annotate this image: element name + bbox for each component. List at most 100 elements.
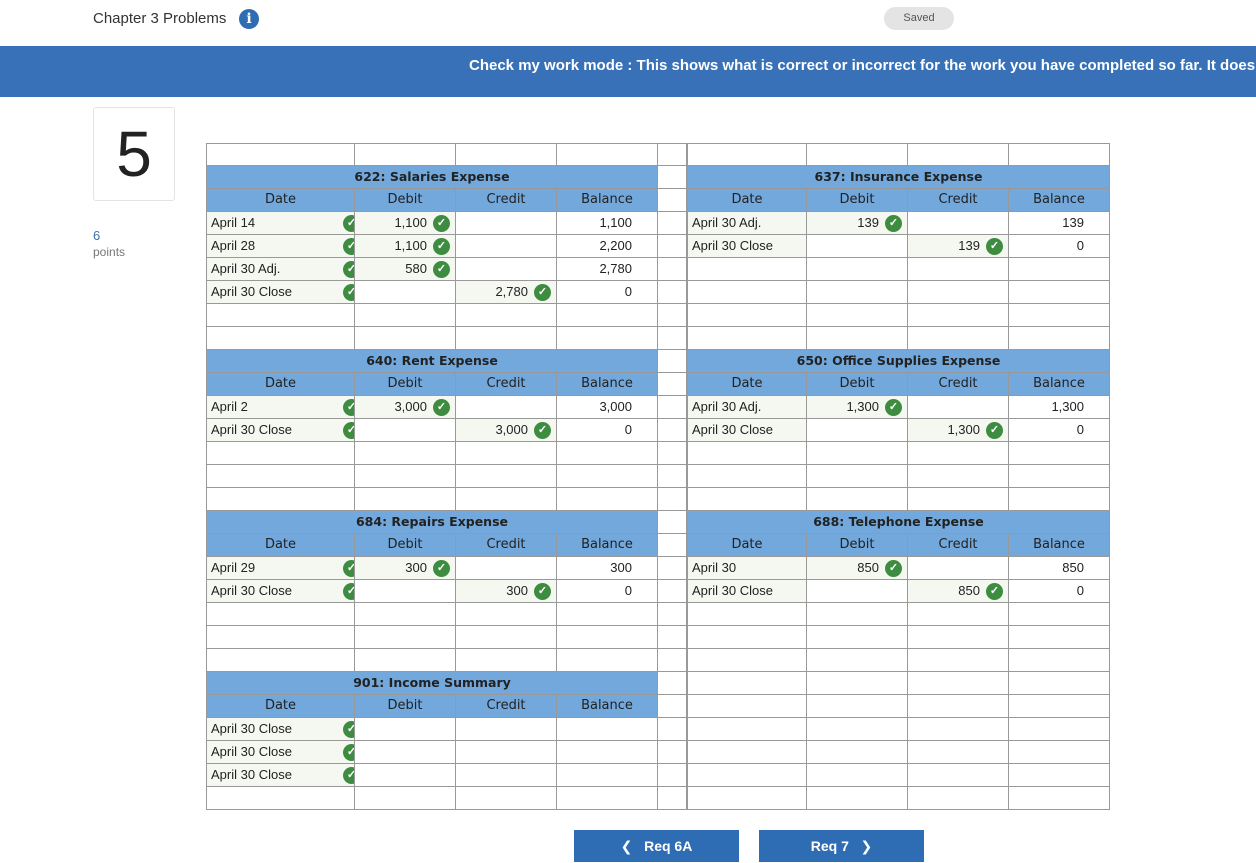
empty-cell[interactable]	[557, 143, 658, 166]
date-cell[interactable]: April 30✓	[687, 557, 807, 580]
empty-cell[interactable]	[206, 465, 355, 488]
empty-cell[interactable]	[908, 718, 1009, 741]
empty-cell[interactable]	[687, 649, 807, 672]
empty-cell[interactable]	[1009, 695, 1110, 718]
credit-cell[interactable]	[456, 235, 557, 258]
date-cell[interactable]: April 30 Close✓	[206, 741, 355, 764]
debit-cell[interactable]: 300 ✓	[355, 557, 456, 580]
credit-cell[interactable]: 1,300 ✓	[908, 419, 1009, 442]
date-cell[interactable]: April 30 Close✓	[206, 580, 355, 603]
empty-cell[interactable]	[908, 603, 1009, 626]
date-cell[interactable]: April 30 Adj. ✓	[206, 258, 355, 281]
prev-requirement-button[interactable]: ❮ Req 6A	[574, 830, 739, 862]
empty-cell[interactable]	[355, 143, 456, 166]
empty-cell[interactable]	[687, 281, 807, 304]
empty-cell[interactable]	[456, 143, 557, 166]
empty-cell[interactable]	[687, 258, 807, 281]
empty-cell[interactable]	[687, 626, 807, 649]
empty-cell[interactable]	[456, 304, 557, 327]
date-cell[interactable]: April 30 Close✓	[206, 718, 355, 741]
debit-cell[interactable]	[807, 580, 908, 603]
empty-cell[interactable]	[456, 327, 557, 350]
empty-cell[interactable]	[557, 603, 658, 626]
next-requirement-button[interactable]: Req 7 ❯	[759, 830, 924, 862]
empty-cell[interactable]	[687, 672, 807, 695]
empty-cell[interactable]	[908, 695, 1009, 718]
empty-cell[interactable]	[456, 649, 557, 672]
empty-cell[interactable]	[687, 741, 807, 764]
credit-cell[interactable]: 850 ✓	[908, 580, 1009, 603]
empty-cell[interactable]	[355, 465, 456, 488]
credit-cell[interactable]	[456, 557, 557, 580]
credit-cell[interactable]: 300 ✓	[456, 580, 557, 603]
debit-cell[interactable]: 3,000 ✓	[355, 396, 456, 419]
debit-cell[interactable]: 1,100 ✓	[355, 235, 456, 258]
empty-cell[interactable]	[355, 488, 456, 511]
empty-cell[interactable]	[908, 465, 1009, 488]
empty-cell[interactable]	[807, 672, 908, 695]
info-icon[interactable]: i	[239, 9, 259, 29]
empty-cell[interactable]	[355, 603, 456, 626]
empty-cell[interactable]	[456, 442, 557, 465]
empty-cell[interactable]	[687, 603, 807, 626]
empty-cell[interactable]	[557, 626, 658, 649]
empty-cell[interactable]	[807, 787, 908, 810]
empty-cell[interactable]	[687, 764, 807, 787]
empty-cell[interactable]	[456, 488, 557, 511]
empty-cell[interactable]	[557, 787, 658, 810]
empty-cell[interactable]	[687, 327, 807, 350]
credit-cell[interactable]	[908, 396, 1009, 419]
empty-cell[interactable]	[1009, 488, 1110, 511]
empty-cell[interactable]	[1009, 718, 1110, 741]
credit-cell[interactable]	[456, 258, 557, 281]
empty-cell[interactable]	[206, 304, 355, 327]
empty-cell[interactable]	[1009, 649, 1110, 672]
empty-cell[interactable]	[557, 327, 658, 350]
empty-cell[interactable]	[908, 143, 1009, 166]
empty-cell[interactable]	[206, 488, 355, 511]
empty-cell[interactable]	[1009, 787, 1110, 810]
empty-cell[interactable]	[355, 304, 456, 327]
empty-cell[interactable]	[807, 603, 908, 626]
credit-cell[interactable]: 2,780 ✓	[456, 281, 557, 304]
debit-cell[interactable]: 1,300 ✓	[807, 396, 908, 419]
empty-cell[interactable]	[908, 488, 1009, 511]
empty-cell[interactable]	[807, 718, 908, 741]
debit-cell[interactable]: 139 ✓	[807, 212, 908, 235]
empty-cell[interactable]	[206, 442, 355, 465]
date-cell[interactable]: April 30 Close✓	[206, 281, 355, 304]
empty-cell[interactable]	[206, 143, 355, 166]
credit-cell[interactable]	[456, 741, 557, 764]
empty-cell[interactable]	[1009, 258, 1110, 281]
credit-cell[interactable]	[908, 557, 1009, 580]
empty-cell[interactable]	[687, 787, 807, 810]
empty-cell[interactable]	[908, 672, 1009, 695]
empty-cell[interactable]	[206, 327, 355, 350]
empty-cell[interactable]	[1009, 465, 1110, 488]
empty-cell[interactable]	[1009, 281, 1110, 304]
date-cell[interactable]: April 30 Close✓	[687, 419, 807, 442]
empty-cell[interactable]	[355, 787, 456, 810]
empty-cell[interactable]	[807, 649, 908, 672]
empty-cell[interactable]	[908, 741, 1009, 764]
empty-cell[interactable]	[1009, 764, 1110, 787]
date-cell[interactable]: April 2 ✓	[206, 396, 355, 419]
empty-cell[interactable]	[687, 465, 807, 488]
empty-cell[interactable]	[1009, 143, 1110, 166]
debit-cell[interactable]	[807, 235, 908, 258]
empty-cell[interactable]	[687, 304, 807, 327]
debit-cell[interactable]	[355, 419, 456, 442]
empty-cell[interactable]	[1009, 304, 1110, 327]
empty-cell[interactable]	[355, 442, 456, 465]
empty-cell[interactable]	[456, 787, 557, 810]
empty-cell[interactable]	[807, 304, 908, 327]
empty-cell[interactable]	[206, 626, 355, 649]
empty-cell[interactable]	[807, 465, 908, 488]
empty-cell[interactable]	[557, 649, 658, 672]
empty-cell[interactable]	[206, 787, 355, 810]
date-cell[interactable]: April 30 Close✓	[687, 235, 807, 258]
empty-cell[interactable]	[456, 626, 557, 649]
credit-cell[interactable]	[456, 764, 557, 787]
credit-cell[interactable]	[456, 718, 557, 741]
date-cell[interactable]: April 30 Close✓	[206, 419, 355, 442]
